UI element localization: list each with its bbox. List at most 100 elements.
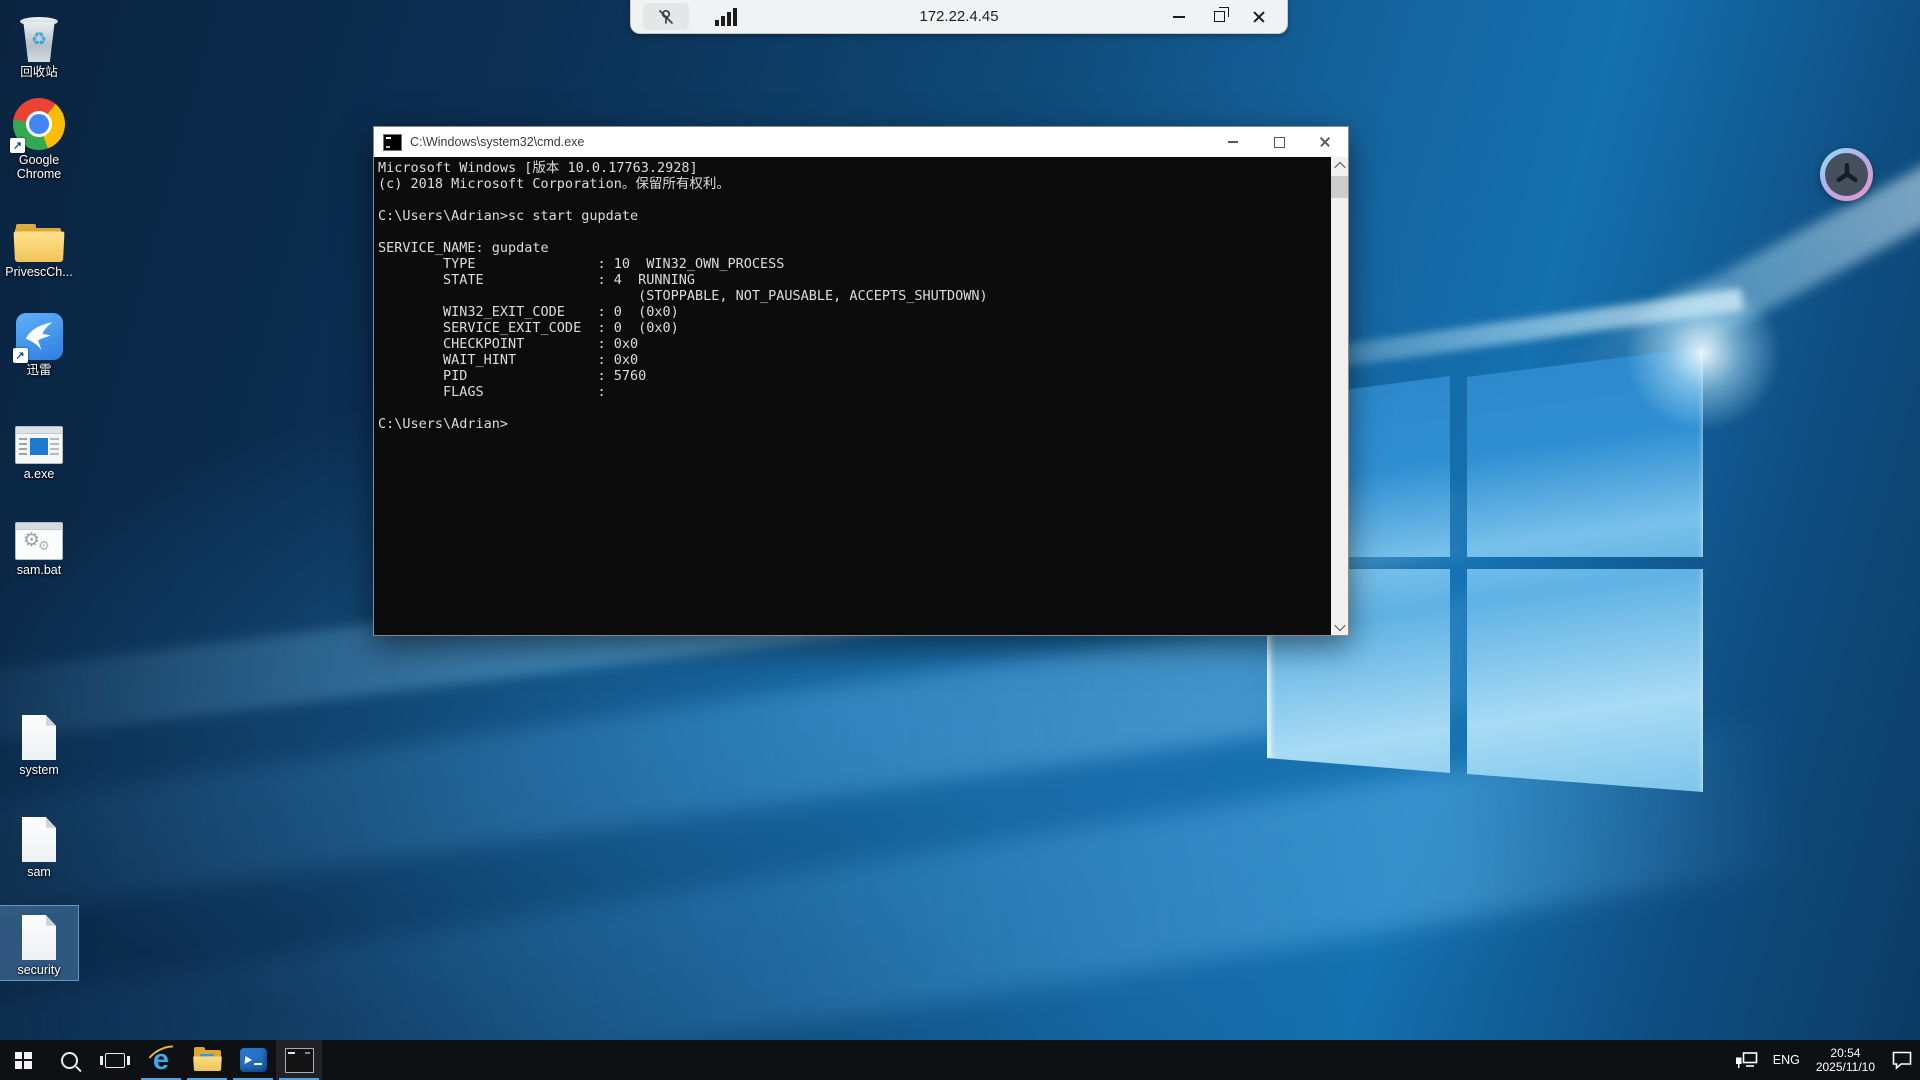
cmd-line: C:\Users\Adrian> xyxy=(378,416,1331,432)
scrollbar[interactable] xyxy=(1331,157,1348,635)
rdp-minimize-button[interactable] xyxy=(1159,0,1199,33)
application-icon xyxy=(15,426,63,464)
icon-label: PrivescCh... xyxy=(0,265,78,279)
taskbar: e ENG 20:54 2025/11/10 xyxy=(0,1040,1920,1080)
internet-explorer-icon: e xyxy=(146,1045,176,1075)
cmd-line: WAIT_HINT : 0x0 xyxy=(378,352,1331,368)
icon-label: 迅雷 xyxy=(0,363,78,377)
desktop-icon-system[interactable]: system xyxy=(0,706,78,780)
chevron-down-icon xyxy=(1334,619,1345,630)
icon-label: sam xyxy=(0,865,78,879)
triskelion-icon xyxy=(1825,153,1868,196)
window-close-button[interactable] xyxy=(1302,127,1348,157)
chrome-icon: ↗ xyxy=(13,98,65,150)
scroll-up-button[interactable] xyxy=(1331,157,1348,174)
cmd-line: Microsoft Windows [版本 10.0.17763.2928] xyxy=(378,160,1331,176)
desktop-icon-a-exe[interactable]: a.exe xyxy=(0,410,78,484)
action-center-button[interactable] xyxy=(1884,1040,1920,1080)
connection-quality-icon[interactable] xyxy=(715,8,737,26)
window-maximize-button[interactable] xyxy=(1256,127,1302,157)
rdp-connection-bar[interactable]: 172.22.4.45 xyxy=(630,0,1288,34)
desktop-icon-security[interactable]: security xyxy=(0,906,78,980)
file-icon xyxy=(22,915,56,960)
taskbar-internet-explorer[interactable]: e xyxy=(138,1040,184,1080)
file-icon xyxy=(22,817,56,862)
search-icon xyxy=(61,1052,78,1069)
cmd-line: STATE : 4 RUNNING xyxy=(378,272,1331,288)
date: 2025/11/10 xyxy=(1816,1060,1875,1074)
rdp-restore-button[interactable] xyxy=(1199,0,1239,33)
action-center-icon xyxy=(1891,1050,1913,1070)
cmd-line: PID : 5760 xyxy=(378,368,1331,384)
unpin-button[interactable] xyxy=(643,3,689,30)
cmd-line: FLAGS : xyxy=(378,384,1331,400)
desktop-icon-sam[interactable]: sam xyxy=(0,808,78,882)
desktop-icon-privesccheck-folder[interactable]: PrivescCh... xyxy=(0,208,78,282)
system-tray: ENG 20:54 2025/11/10 xyxy=(1728,1040,1920,1080)
taskbar-cmd[interactable] xyxy=(276,1040,322,1080)
minimize-icon xyxy=(1228,141,1238,143)
desktop-icon-sam-bat[interactable]: ⚙⚙ sam.bat xyxy=(0,506,78,580)
icon-label: a.exe xyxy=(0,467,78,481)
taskbar-search-button[interactable] xyxy=(46,1040,92,1080)
network-icon xyxy=(1735,1051,1759,1070)
icon-label: Google Chrome xyxy=(0,153,78,181)
cmd-line: C:\Users\Adrian>sc start gupdate xyxy=(378,208,1331,224)
task-view-icon xyxy=(105,1053,125,1068)
taskbar-file-explorer[interactable] xyxy=(184,1040,230,1080)
close-icon xyxy=(1252,10,1266,24)
desktop-icon-google-chrome[interactable]: ↗ Google Chrome xyxy=(0,96,78,184)
window-minimize-button[interactable] xyxy=(1210,127,1256,157)
icon-label: system xyxy=(0,763,78,777)
recycle-bin-icon: ♻ xyxy=(18,14,60,62)
minimize-icon xyxy=(1173,16,1185,18)
language-indicator[interactable]: ENG xyxy=(1766,1040,1807,1080)
cmd-icon xyxy=(285,1048,314,1073)
cmd-line xyxy=(378,400,1331,416)
clock[interactable]: 20:54 2025/11/10 xyxy=(1807,1046,1884,1074)
cmd-line: WIN32_EXIT_CODE : 0 (0x0) xyxy=(378,304,1331,320)
shortcut-arrow-icon: ↗ xyxy=(10,138,25,153)
cmd-window: C:\Windows\system32\cmd.exe Microsoft Wi… xyxy=(373,126,1349,636)
cmd-title-bar[interactable]: C:\Windows\system32\cmd.exe xyxy=(374,127,1348,157)
task-view-button[interactable] xyxy=(92,1040,138,1080)
folder-icon xyxy=(15,224,63,262)
cmd-line: SERVICE_NAME: gupdate xyxy=(378,240,1331,256)
windows-start-icon xyxy=(15,1052,32,1069)
xunlei-bird-icon: ↗ xyxy=(16,313,63,360)
scrollbar-thumb[interactable] xyxy=(1331,176,1348,198)
icon-label: security xyxy=(0,963,78,977)
scroll-down-button[interactable] xyxy=(1331,618,1348,635)
cmd-line xyxy=(378,224,1331,240)
window-title: C:\Windows\system32\cmd.exe xyxy=(410,135,584,149)
taskbar-powershell[interactable] xyxy=(230,1040,276,1080)
start-button[interactable] xyxy=(0,1040,46,1080)
cmd-icon xyxy=(383,134,402,151)
chevron-up-icon xyxy=(1334,161,1345,172)
cmd-line: SERVICE_EXIT_CODE : 0 (0x0) xyxy=(378,320,1331,336)
batch-file-icon: ⚙⚙ xyxy=(15,522,63,560)
unpin-icon xyxy=(656,7,676,27)
shortcut-arrow-icon: ↗ xyxy=(13,348,28,363)
desktop-icon-recycle-bin[interactable]: ♻ 回收站 xyxy=(0,8,78,82)
cmd-output: Microsoft Windows [版本 10.0.17763.2928] (… xyxy=(374,157,1331,635)
cmd-line xyxy=(378,192,1331,208)
maximize-icon xyxy=(1274,137,1285,148)
powershell-icon xyxy=(240,1048,267,1072)
file-explorer-icon xyxy=(194,1050,221,1071)
icon-label: sam.bat xyxy=(0,563,78,577)
rdp-close-button[interactable] xyxy=(1239,0,1279,33)
light-flare xyxy=(1618,268,1788,438)
cmd-line: (STOPPABLE, NOT_PAUSABLE, ACCEPTS_SHUTDO… xyxy=(378,288,1331,304)
icon-label: 回收站 xyxy=(0,65,78,79)
cmd-line: TYPE : 10 WIN32_OWN_PROCESS xyxy=(378,256,1331,272)
file-icon xyxy=(22,715,56,760)
desktop-icon-xunlei[interactable]: ↗ 迅雷 xyxy=(0,306,78,380)
time: 20:54 xyxy=(1816,1046,1875,1060)
cmd-line: (c) 2018 Microsoft Corporation。保留所有权利。 xyxy=(378,176,1331,192)
restore-icon xyxy=(1214,11,1225,22)
cmd-line: CHECKPOINT : 0x0 xyxy=(378,336,1331,352)
close-icon xyxy=(1319,136,1331,148)
network-tray-button[interactable] xyxy=(1728,1040,1766,1080)
floating-assistant-widget[interactable] xyxy=(1820,148,1873,201)
